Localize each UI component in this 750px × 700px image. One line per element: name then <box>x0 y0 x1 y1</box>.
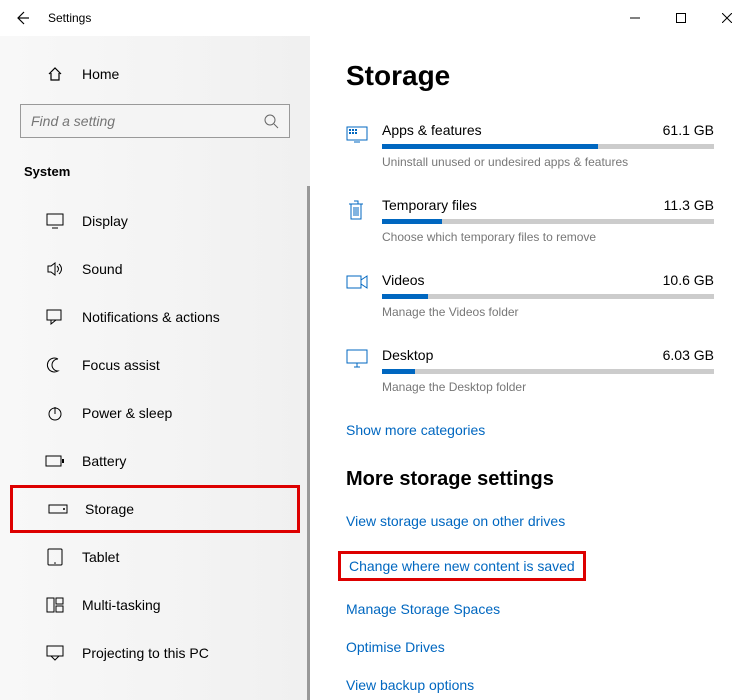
sidebar-item-label: Display <box>82 213 128 229</box>
projecting-icon <box>42 645 68 661</box>
storage-item-desc: Manage the Desktop folder <box>382 380 714 394</box>
storage-icon <box>45 504 71 514</box>
storage-item-desc: Manage the Videos folder <box>382 305 714 319</box>
video-icon <box>346 272 382 319</box>
scrollbar[interactable] <box>307 186 310 700</box>
sidebar: Home System Display Sound Notifications … <box>0 36 310 700</box>
storage-item-desc: Uninstall unused or undesired apps & fea… <box>382 155 714 169</box>
sidebar-item-label: Battery <box>82 453 126 469</box>
minimize-button[interactable] <box>612 0 658 36</box>
storage-bar <box>382 144 714 149</box>
storage-bar <box>382 369 714 374</box>
storage-bar <box>382 219 714 224</box>
window-controls <box>612 0 750 36</box>
sound-icon <box>42 261 68 277</box>
sidebar-item-multitasking[interactable]: Multi-tasking <box>10 581 300 629</box>
show-more-link[interactable]: Show more categories <box>346 422 485 438</box>
titlebar: Settings <box>0 0 750 36</box>
storage-item-desc: Choose which temporary files to remove <box>382 230 714 244</box>
storage-item-apps[interactable]: Apps & features 61.1 GB Uninstall unused … <box>346 122 714 169</box>
sidebar-item-projecting[interactable]: Projecting to this PC <box>10 629 300 677</box>
sidebar-item-battery[interactable]: Battery <box>10 437 300 485</box>
search-input[interactable] <box>31 113 263 129</box>
storage-item-size: 6.03 GB <box>663 347 714 363</box>
battery-icon <box>42 455 68 467</box>
link-change-save-location[interactable]: Change where new content is saved <box>338 551 586 581</box>
storage-item-name: Apps & features <box>382 122 482 138</box>
window-title: Settings <box>44 11 91 25</box>
arrow-left-icon <box>14 10 30 26</box>
sidebar-item-focus-assist[interactable]: Focus assist <box>10 341 300 389</box>
trash-icon <box>346 197 382 244</box>
link-optimise-drives[interactable]: Optimise Drives <box>346 639 445 655</box>
sidebar-item-storage[interactable]: Storage <box>10 485 300 533</box>
storage-item-desktop[interactable]: Desktop 6.03 GB Manage the Desktop folder <box>346 347 714 394</box>
tablet-icon <box>42 548 68 566</box>
link-storage-spaces[interactable]: Manage Storage Spaces <box>346 601 500 617</box>
storage-item-name: Temporary files <box>382 197 477 213</box>
sidebar-item-power-sleep[interactable]: Power & sleep <box>10 389 300 437</box>
sidebar-item-label: Power & sleep <box>82 405 172 421</box>
sidebar-item-tablet[interactable]: Tablet <box>10 533 300 581</box>
desktop-icon <box>346 347 382 394</box>
link-backup-options[interactable]: View backup options <box>346 677 474 693</box>
sidebar-item-label: Sound <box>82 261 122 277</box>
home-row[interactable]: Home <box>10 36 300 92</box>
storage-bar <box>382 294 714 299</box>
multitasking-icon <box>42 597 68 613</box>
page-title: Storage <box>346 60 714 92</box>
storage-item-name: Videos <box>382 272 425 288</box>
sidebar-item-label: Projecting to this PC <box>82 645 209 661</box>
storage-item-temp[interactable]: Temporary files 11.3 GB Choose which temp… <box>346 197 714 244</box>
main-content: Storage Apps & features 61.1 GB Uninstall… <box>310 36 750 700</box>
maximize-button[interactable] <box>658 0 704 36</box>
storage-item-name: Desktop <box>382 347 433 363</box>
storage-item-videos[interactable]: Videos 10.6 GB Manage the Videos folder <box>346 272 714 319</box>
sidebar-item-label: Focus assist <box>82 357 160 373</box>
apps-icon <box>346 122 382 169</box>
sidebar-item-label: Storage <box>85 501 134 517</box>
storage-item-size: 10.6 GB <box>663 272 714 288</box>
sidebar-item-sound[interactable]: Sound <box>10 245 300 293</box>
sidebar-item-notifications[interactable]: Notifications & actions <box>10 293 300 341</box>
power-icon <box>42 405 68 421</box>
display-icon <box>42 213 68 229</box>
more-settings-title: More storage settings <box>346 468 714 491</box>
close-button[interactable] <box>704 0 750 36</box>
sidebar-group-label: System <box>10 156 300 197</box>
search-box[interactable] <box>20 104 290 138</box>
focus-assist-icon <box>42 357 68 373</box>
sidebar-item-label: Tablet <box>82 549 119 565</box>
storage-item-size: 11.3 GB <box>664 197 714 213</box>
back-button[interactable] <box>0 0 44 36</box>
storage-item-size: 61.1 GB <box>663 122 714 138</box>
search-icon <box>263 113 279 129</box>
sidebar-item-display[interactable]: Display <box>10 197 300 245</box>
notifications-icon <box>42 309 68 325</box>
sidebar-item-label: Notifications & actions <box>82 309 220 325</box>
home-icon <box>42 66 68 82</box>
home-label: Home <box>82 66 119 82</box>
link-view-usage[interactable]: View storage usage on other drives <box>346 513 565 529</box>
sidebar-item-label: Multi-tasking <box>82 597 161 613</box>
